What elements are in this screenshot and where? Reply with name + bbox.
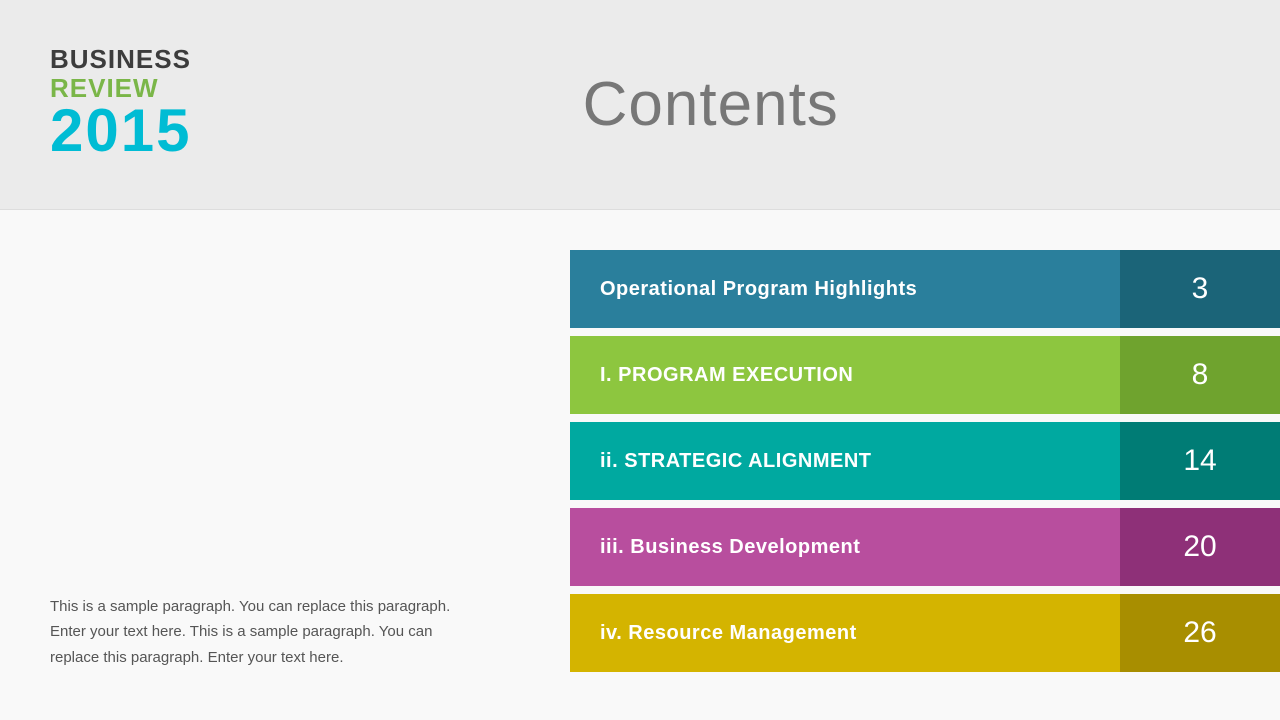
toc-row-4[interactable]: iii. Business Development20	[570, 508, 1280, 586]
toc-number-3: 14	[1120, 422, 1280, 500]
header: BUSINESS REVIEW 2015 Contents	[0, 0, 1280, 210]
toc-label-4: iii. Business Development	[570, 508, 1120, 586]
toc-row-1[interactable]: Operational Program Highlights3	[570, 250, 1280, 328]
sample-paragraph: This is a sample paragraph. You can repl…	[50, 594, 470, 671]
toc-panel: Operational Program Highlights3I. PROGRA…	[570, 250, 1280, 680]
toc-label-5: iv. Resource Management	[570, 594, 1120, 672]
toc-number-5: 26	[1120, 594, 1280, 672]
main-content: This is a sample paragraph. You can repl…	[0, 210, 1280, 720]
toc-label-3: ii. STRATEGIC ALIGNMENT	[570, 422, 1120, 500]
page-title: Contents	[583, 69, 839, 140]
brand-business: BUSINESS	[50, 45, 191, 74]
toc-number-2: 8	[1120, 336, 1280, 414]
header-title-container: Contents	[191, 69, 1230, 140]
toc-number-4: 20	[1120, 508, 1280, 586]
branding: BUSINESS REVIEW 2015	[50, 45, 191, 164]
brand-year: 2015	[50, 98, 191, 164]
toc-label-2: I. PROGRAM EXECUTION	[570, 336, 1120, 414]
toc-number-1: 3	[1120, 250, 1280, 328]
left-panel: This is a sample paragraph. You can repl…	[50, 250, 570, 680]
toc-label-1: Operational Program Highlights	[570, 250, 1120, 328]
toc-row-2[interactable]: I. PROGRAM EXECUTION8	[570, 336, 1280, 414]
toc-row-5[interactable]: iv. Resource Management26	[570, 594, 1280, 672]
toc-row-3[interactable]: ii. STRATEGIC ALIGNMENT14	[570, 422, 1280, 500]
